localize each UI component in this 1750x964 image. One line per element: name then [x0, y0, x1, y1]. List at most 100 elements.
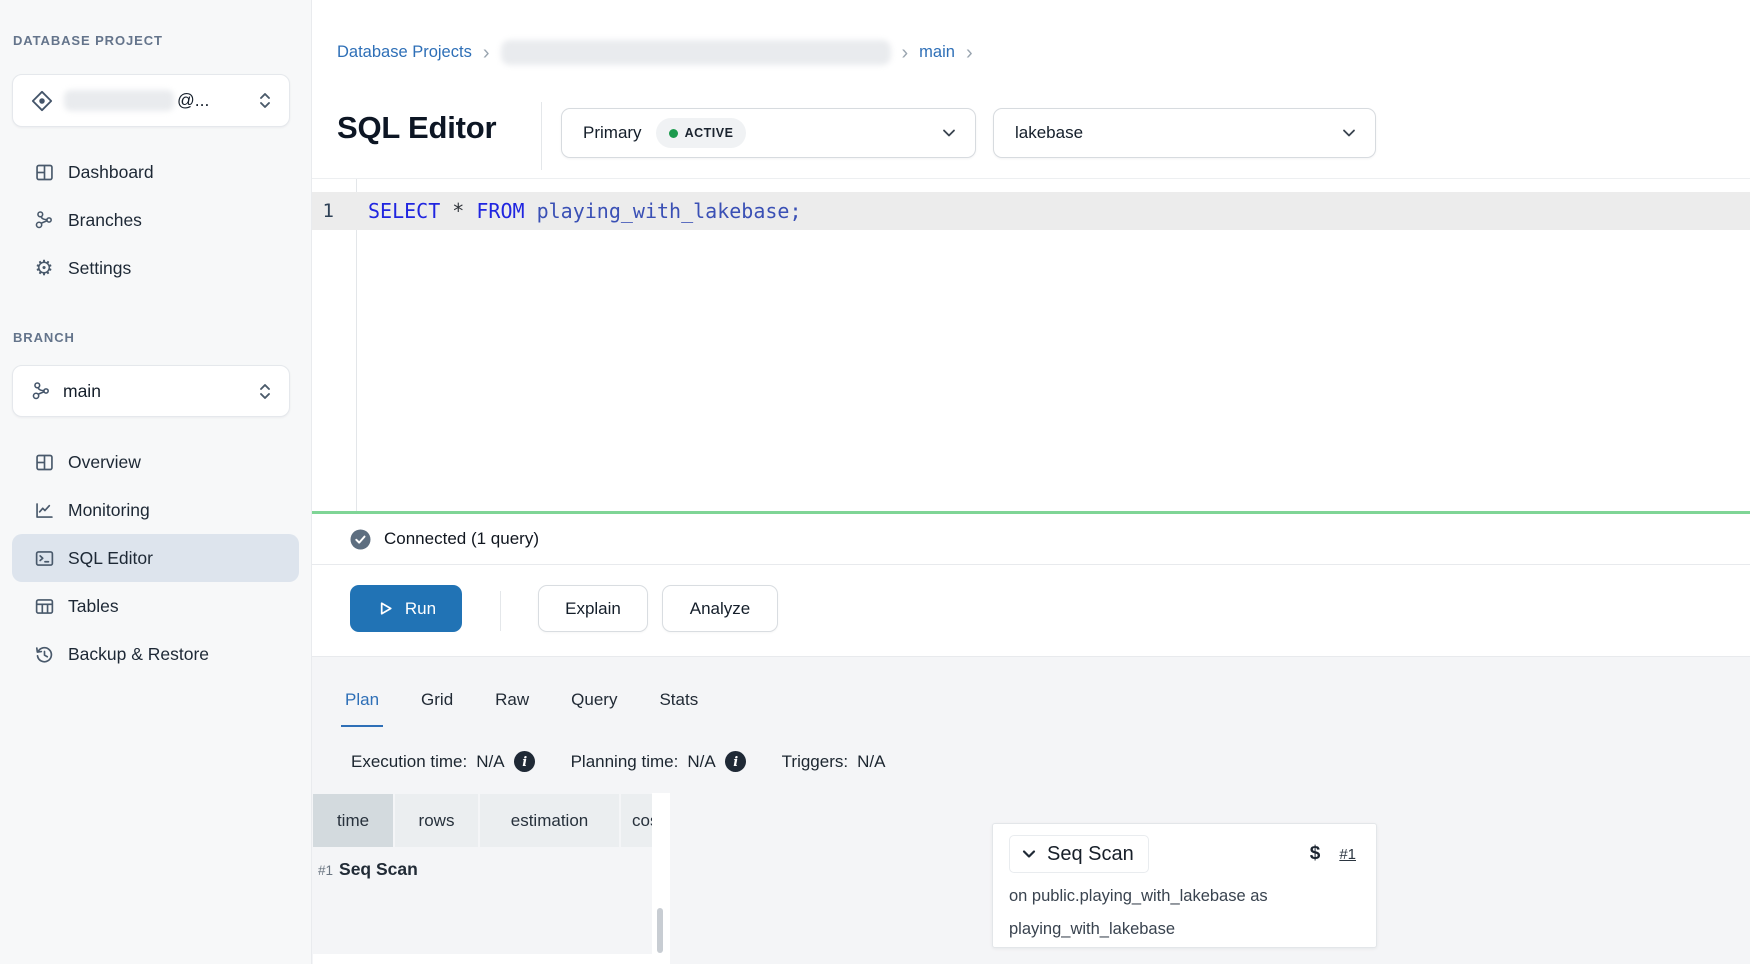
chevron-updown-icon: [257, 382, 273, 401]
gear-icon: ⚙: [33, 258, 55, 278]
query-toolbar: Run Explain Analyze: [312, 565, 1750, 657]
info-icon[interactable]: i: [514, 751, 535, 772]
sql-operator: *: [440, 199, 476, 223]
sidebar-item-backup-restore[interactable]: Backup & Restore: [12, 630, 299, 678]
play-icon: [376, 599, 395, 618]
project-selector[interactable]: @...: [12, 74, 290, 127]
tab-query[interactable]: Query: [567, 690, 621, 727]
triggers-stat: Triggers: N/A: [782, 751, 886, 772]
sidebar-item-sql-editor[interactable]: SQL Editor: [12, 534, 299, 582]
nav-label: Backup & Restore: [68, 644, 209, 665]
nav-label: Tables: [68, 596, 119, 617]
stat-label: Planning time:: [571, 752, 679, 772]
branches-icon: [33, 210, 55, 231]
check-circle-icon: [350, 529, 371, 550]
nav-label: Monitoring: [68, 500, 150, 521]
node-detail-line: playing_with_lakebase: [1009, 913, 1360, 946]
sql-editor-icon: [33, 548, 55, 569]
chevron-right-icon: ›: [483, 45, 490, 61]
toolbar-divider: [500, 591, 501, 631]
analyze-button[interactable]: Analyze: [662, 585, 778, 632]
sidebar-item-settings[interactable]: ⚙ Settings: [12, 244, 299, 292]
svg-text:i: i: [733, 755, 738, 770]
execution-time-stat: Execution time: N/A i: [351, 751, 535, 772]
explain-button[interactable]: Explain: [538, 585, 648, 632]
chevron-down-icon: [1020, 845, 1038, 863]
tab-plan[interactable]: Plan: [341, 690, 383, 727]
plan-column-estimation[interactable]: estimation: [480, 794, 619, 847]
sql-identifier: playing_with_lakebase;: [525, 199, 802, 223]
breadcrumb-main-branch[interactable]: main: [919, 43, 955, 62]
plan-stats-row: Execution time: N/A i Planning time: N/A…: [351, 751, 885, 772]
run-label: Run: [405, 599, 436, 619]
branch-name: main: [63, 381, 101, 402]
planning-time-stat: Planning time: N/A i: [571, 751, 746, 772]
node-ref-link[interactable]: #1: [1339, 846, 1356, 863]
active-status-badge: ACTIVE: [656, 118, 747, 148]
editor-line-1[interactable]: 1 SELECT * FROM playing_with_lakebase;: [312, 192, 1750, 230]
branch-selector[interactable]: main: [12, 365, 290, 417]
redacted-project-name: [64, 90, 174, 111]
info-icon[interactable]: i: [725, 751, 746, 772]
main-panel: Database Projects › › main › SQL Editor …: [312, 0, 1750, 964]
tab-grid[interactable]: Grid: [417, 690, 457, 727]
nav-label: SQL Editor: [68, 548, 153, 569]
nav-label: Settings: [68, 258, 131, 279]
sidebar-item-monitoring[interactable]: Monitoring: [12, 486, 299, 534]
sql-editor-area[interactable]: 1 SELECT * FROM playing_with_lakebase;: [312, 178, 1750, 511]
nav-label: Branches: [68, 210, 142, 231]
page-header: Database Projects › › main › SQL Editor …: [312, 0, 1750, 178]
redacted-breadcrumb-project: [501, 40, 891, 65]
sidebar-item-dashboard[interactable]: Dashboard: [12, 148, 299, 196]
plan-row-index: #1: [318, 863, 333, 878]
sidebar-item-branches[interactable]: Branches: [12, 196, 299, 244]
monitoring-icon: [33, 500, 55, 521]
node-collapse-button[interactable]: Seq Scan: [1009, 835, 1149, 873]
plan-node-detail: on public.playing_with_lakebase as playi…: [993, 873, 1376, 946]
dashboard-icon: [33, 162, 55, 183]
sidebar-item-tables[interactable]: Tables: [12, 582, 299, 630]
project-name-suffix: @...: [177, 90, 209, 111]
status-row: Connected (1 query): [312, 514, 1750, 565]
stat-value: N/A: [687, 752, 715, 772]
plan-node-seq-scan[interactable]: Seq Scan $ #1 on public.playing_with_lak…: [992, 823, 1377, 948]
results-tabs: Plan Grid Raw Query Stats: [341, 690, 702, 727]
chevron-updown-icon: [257, 91, 273, 110]
breadcrumb-database-projects[interactable]: Database Projects: [337, 43, 472, 62]
scrollbar-thumb[interactable]: [657, 908, 663, 953]
stat-label: Execution time:: [351, 752, 467, 772]
results-panel: Plan Grid Raw Query Stats Execution time…: [312, 657, 1750, 964]
breadcrumb: Database Projects › › main ›: [337, 40, 973, 65]
endpoint-dropdown[interactable]: Primary ACTIVE: [561, 108, 976, 158]
sidebar: DATABASE PROJECT @... Dashboard: [0, 0, 312, 964]
app-root: DATABASE PROJECT @... Dashboard: [0, 0, 1750, 964]
plan-row-seq-scan[interactable]: #1 Seq Scan: [318, 859, 418, 880]
plan-table-hscrollbar-track: [313, 954, 652, 964]
branch-nav: Overview Monitoring SQL Editor Tables: [12, 438, 299, 678]
nav-label: Dashboard: [68, 162, 154, 183]
plan-column-cost[interactable]: cost: [621, 794, 652, 847]
nav-label: Overview: [68, 452, 141, 473]
tables-icon: [33, 596, 55, 617]
stat-label: Triggers:: [782, 752, 848, 772]
database-dropdown[interactable]: lakebase: [993, 108, 1376, 158]
run-button[interactable]: Run: [350, 585, 462, 632]
plan-column-rows[interactable]: rows: [395, 794, 478, 847]
sidebar-item-overview[interactable]: Overview: [12, 438, 299, 486]
sql-keyword: SELECT: [368, 199, 440, 223]
chevron-right-icon: ›: [902, 45, 909, 61]
tab-raw[interactable]: Raw: [491, 690, 533, 727]
chevron-down-icon: [1339, 123, 1359, 143]
badge-label: ACTIVE: [685, 126, 734, 140]
sql-keyword: FROM: [476, 199, 524, 223]
project-nav: Dashboard Branches ⚙ Settings: [12, 148, 299, 292]
svg-text:i: i: [522, 755, 527, 770]
database-project-label: DATABASE PROJECT: [13, 33, 163, 48]
cost-indicator: $: [1310, 843, 1321, 865]
chevron-right-icon: ›: [966, 45, 973, 61]
database-name: lakebase: [1015, 123, 1083, 143]
branch-label: BRANCH: [13, 330, 75, 345]
plan-column-time[interactable]: time: [313, 794, 393, 847]
plan-table-scrollbar-track: [652, 793, 670, 964]
tab-stats[interactable]: Stats: [655, 690, 702, 727]
